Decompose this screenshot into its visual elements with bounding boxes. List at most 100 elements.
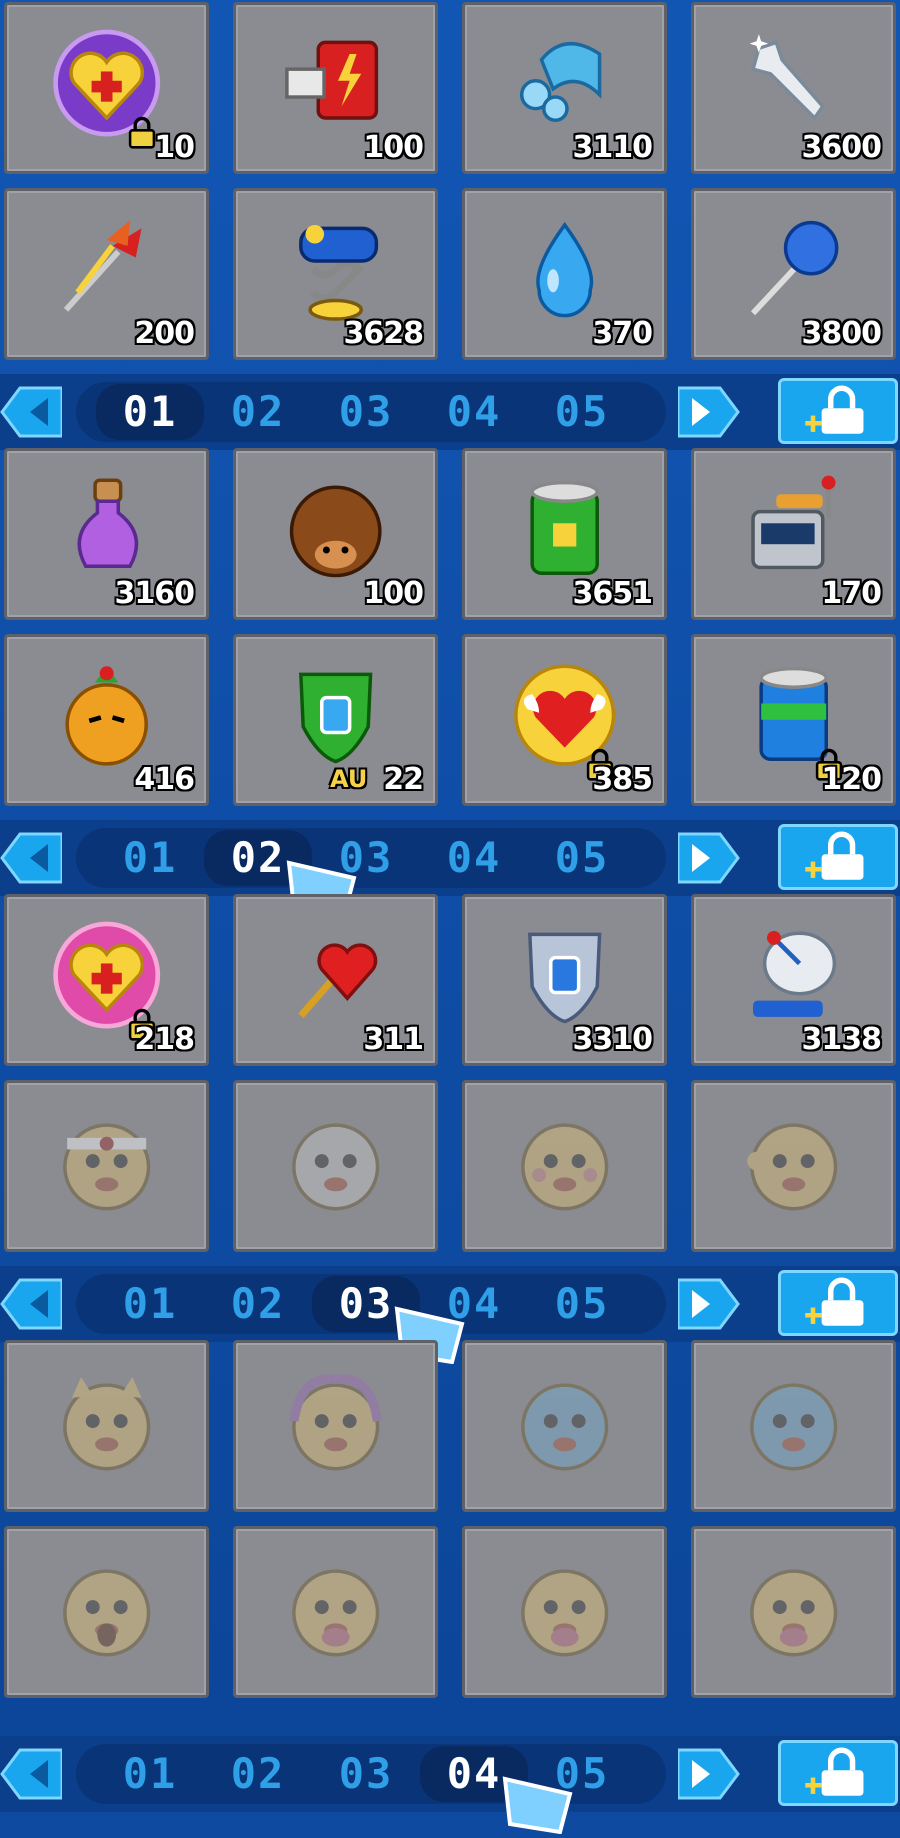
item-slot[interactable]: 3160 xyxy=(4,448,209,620)
unlock-slot-button[interactable] xyxy=(778,1740,898,1806)
page-tabs: 01 02 03 04 05 xyxy=(96,830,666,886)
item-slot[interactable]: 200 xyxy=(4,188,209,360)
pointer-cursor-icon xyxy=(500,1774,590,1835)
page-tab[interactable]: 03 xyxy=(312,1746,420,1802)
item-quantity: 3651 xyxy=(572,576,653,611)
item-slot[interactable]: 3651 xyxy=(462,448,667,620)
satellite-dish-icon xyxy=(734,917,853,1033)
page-selector: 01 02 03 04 05 xyxy=(0,374,900,450)
item-slot[interactable]: 218 xyxy=(4,894,209,1066)
unlock-slot-button[interactable] xyxy=(778,1270,898,1336)
item-slot[interactable]: AU 22 xyxy=(233,634,438,806)
item-slot[interactable] xyxy=(462,1080,667,1252)
page-tab[interactable]: 04 xyxy=(420,830,528,886)
item-quantity: 100 xyxy=(363,576,424,611)
green-can-icon xyxy=(505,471,624,587)
item-slot[interactable]: 370 xyxy=(462,188,667,360)
item-slot[interactable] xyxy=(691,1526,896,1698)
wink-emoticon-icon xyxy=(734,1103,853,1219)
prev-page-arrow-icon[interactable] xyxy=(0,384,64,440)
item-slot[interactable] xyxy=(691,1080,896,1252)
item-grid: 10 100 3110 3600 200 3628 370 3800 xyxy=(0,2,900,360)
darts-icon xyxy=(47,211,166,327)
item-quantity: 100 xyxy=(363,130,424,165)
item-quantity: 3110 xyxy=(572,130,653,165)
page-tab[interactable]: 04 xyxy=(420,384,528,440)
item-slot[interactable]: 100 xyxy=(233,448,438,620)
page-selector: 01 02 03 04 05 xyxy=(0,1736,900,1812)
item-quantity: 218 xyxy=(134,1022,195,1057)
grey-ghost-emoticon-icon xyxy=(276,1103,395,1219)
page-tab[interactable]: 05 xyxy=(528,384,636,440)
item-slot[interactable] xyxy=(4,1526,209,1698)
item-slot[interactable]: 3628 xyxy=(233,188,438,360)
item-slot[interactable] xyxy=(233,1526,438,1698)
scared-emoticon-icon xyxy=(47,1549,166,1665)
item-slot[interactable]: 3110 xyxy=(462,2,667,174)
item-quantity: 370 xyxy=(592,316,653,351)
next-page-arrow-icon[interactable] xyxy=(676,1276,740,1332)
item-quantity: 3600 xyxy=(801,130,882,165)
page-tab[interactable]: 01 xyxy=(96,1276,204,1332)
heart-wand-icon xyxy=(276,917,395,1033)
item-quantity: 3160 xyxy=(114,576,195,611)
item-quantity: 120 xyxy=(821,762,882,797)
page-selector: 01 02 03 04 05 xyxy=(0,820,900,896)
page-tab[interactable]: 02 xyxy=(204,1276,312,1332)
item-slot[interactable] xyxy=(233,1080,438,1252)
unlock-slot-button[interactable] xyxy=(778,378,898,444)
item-slot[interactable] xyxy=(4,1080,209,1252)
item-quantity: 10 xyxy=(154,130,195,165)
item-slot[interactable]: 100 xyxy=(233,2,438,174)
item-slot[interactable]: 10 xyxy=(4,2,209,174)
next-page-arrow-icon[interactable] xyxy=(676,830,740,886)
page-tab[interactable]: 01 xyxy=(96,384,204,440)
item-grid xyxy=(0,1340,900,1698)
item-slot[interactable]: 120 xyxy=(691,634,896,806)
unlock-slot-button[interactable] xyxy=(778,824,898,890)
item-grid: 3160 100 3651 170 416 AU 22 385 120 xyxy=(0,448,900,806)
page-tabs: 01 02 03 04 05 xyxy=(96,1276,666,1332)
page-tab[interactable]: 05 xyxy=(528,830,636,886)
tongue-emoticon-icon xyxy=(734,1549,853,1665)
wrench-icon xyxy=(734,25,853,141)
item-slot[interactable] xyxy=(4,1340,209,1512)
item-slot[interactable]: 3600 xyxy=(691,2,896,174)
page-tab[interactable]: 01 xyxy=(96,830,204,886)
item-slot[interactable] xyxy=(691,1340,896,1512)
prev-page-arrow-icon[interactable] xyxy=(0,1276,64,1332)
item-tag: AU xyxy=(330,765,368,793)
page-tab[interactable]: 03 xyxy=(312,384,420,440)
item-quantity: 385 xyxy=(592,762,653,797)
item-slot[interactable]: 3800 xyxy=(691,188,896,360)
item-slot[interactable] xyxy=(462,1340,667,1512)
next-page-arrow-icon[interactable] xyxy=(676,384,740,440)
item-quantity: 170 xyxy=(821,576,882,611)
page-tab[interactable]: 02 xyxy=(204,384,312,440)
page-tab[interactable]: 05 xyxy=(528,1276,636,1332)
item-slot[interactable]: 416 xyxy=(4,634,209,806)
water-drop-icon xyxy=(505,211,624,327)
item-slot[interactable]: 170 xyxy=(691,448,896,620)
tongue-emoticon-icon xyxy=(505,1549,624,1665)
blue-bird-emoticon-icon xyxy=(505,1363,624,1479)
item-slot[interactable]: 385 xyxy=(462,634,667,806)
cat-emoticon-icon xyxy=(47,1363,166,1479)
item-slot[interactable]: 3310 xyxy=(462,894,667,1066)
item-quantity: 3800 xyxy=(801,316,882,351)
feather-duster-icon xyxy=(734,211,853,327)
silver-shield-icon xyxy=(505,917,624,1033)
item-slot[interactable]: 3138 xyxy=(691,894,896,1066)
next-page-arrow-icon[interactable] xyxy=(676,1746,740,1802)
item-quantity: 3138 xyxy=(801,1022,882,1057)
prev-page-arrow-icon[interactable] xyxy=(0,830,64,886)
page-tabs: 01 02 03 04 05 xyxy=(96,384,666,440)
slot-machine-icon xyxy=(734,471,853,587)
blue-bird-emoticon-icon xyxy=(734,1363,853,1479)
item-slot[interactable]: 311 xyxy=(233,894,438,1066)
item-slot[interactable] xyxy=(233,1340,438,1512)
prev-page-arrow-icon[interactable] xyxy=(0,1746,64,1802)
item-slot[interactable] xyxy=(462,1526,667,1698)
page-tab[interactable]: 01 xyxy=(96,1746,204,1802)
page-tab[interactable]: 02 xyxy=(204,1746,312,1802)
